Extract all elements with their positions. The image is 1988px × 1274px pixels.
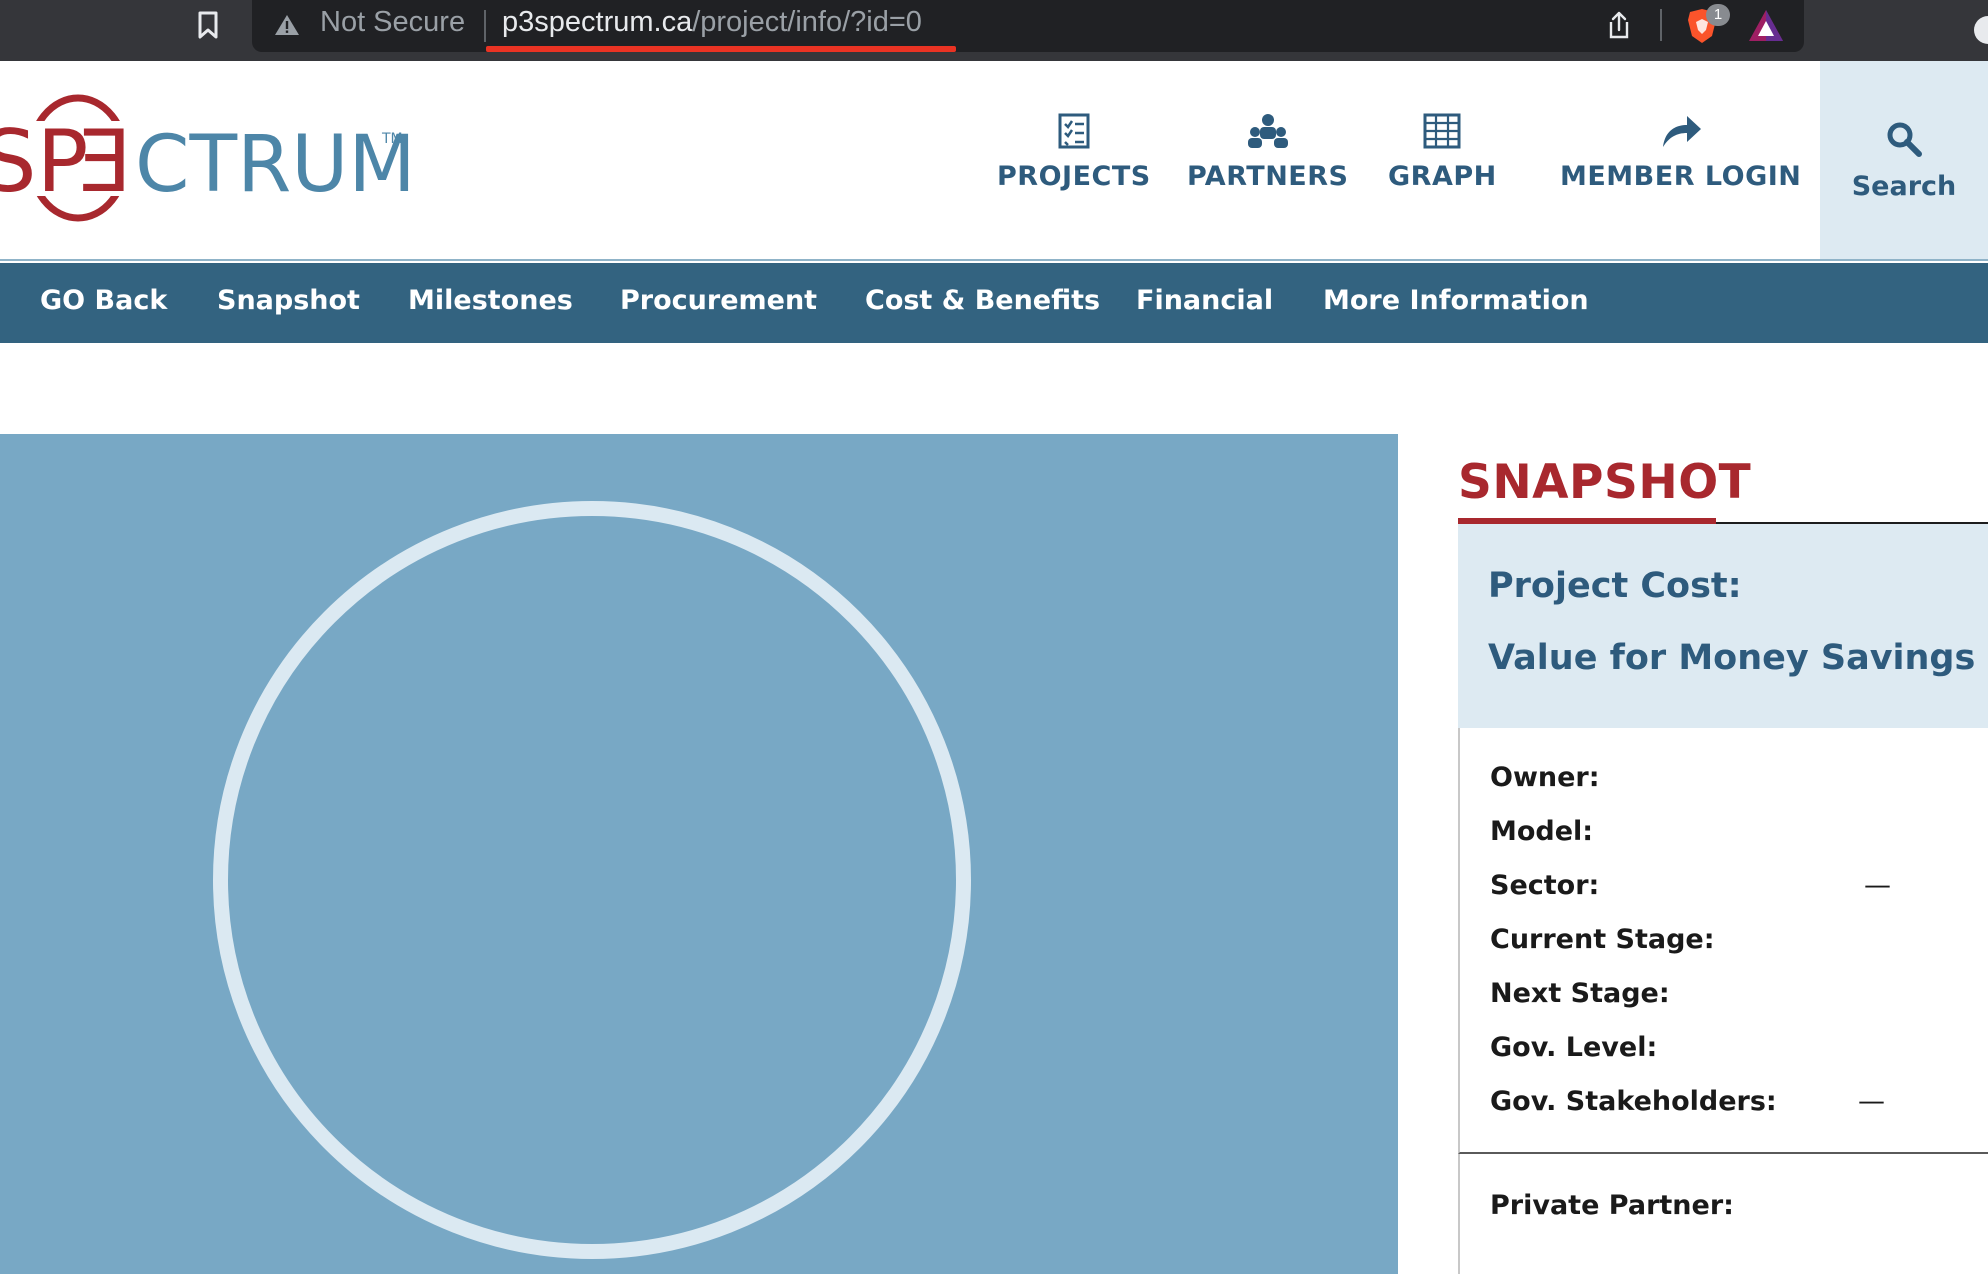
model-label: Model: [1490,816,1594,847]
url-path: /project/info/?id=0 [692,6,922,38]
sector-value: — [1864,870,1891,901]
people-icon [1246,109,1290,153]
current-stage-label: Current Stage: [1490,924,1715,955]
gov-stakeholders-label: Gov. Stakeholders: [1490,1086,1777,1117]
search-label: Search [1851,171,1957,202]
logo-mirrored-e: E [78,112,132,212]
sector-label: Sector: [1490,870,1600,901]
checklist-icon [1052,109,1096,153]
logo-text-e: E [78,112,132,212]
nav-member-login[interactable]: MEMBER LOGIN [1560,109,1801,192]
url-host: p3spectrum.ca [502,6,693,38]
subnav-cost-benefits[interactable]: Cost & Benefits [865,285,1100,316]
nav-member-login-label: MEMBER LOGIN [1560,161,1802,192]
browser-toolbar: Not Secure p3spectrum.ca/project/info/?i… [0,0,1988,61]
url-text[interactable]: p3spectrum.ca/project/info/?id=0 [502,6,922,39]
snapshot-title: SNAPSHOT [1458,455,1752,510]
project-cost-label: Project Cost: [1488,566,1742,606]
owner-label: Owner: [1490,762,1600,793]
share-arrow-icon [1659,109,1703,153]
search-icon [1884,119,1924,163]
private-partner-section: Private Partner: [1458,1154,1988,1274]
warning-icon[interactable] [274,13,300,41]
private-partner-label: Private Partner: [1490,1190,1734,1221]
address-bar[interactable]: Not Secure p3spectrum.ca/project/info/?i… [252,0,1804,52]
project-subnav: GO Back Snapshot Milestones Procurement … [0,263,1988,343]
logo-text-sp: SP [0,112,88,212]
logo-trademark: TM [381,131,403,147]
logo-text-ctrum: CTRUM [135,120,416,210]
nav-graph-label: GRAPH [1388,161,1497,192]
brave-rewards-icon[interactable] [1746,7,1786,45]
value-for-money-label: Value for Money Savings [1488,638,1976,678]
subnav-procurement[interactable]: Procurement [620,285,817,316]
share-icon[interactable] [1602,8,1636,42]
bookmark-icon[interactable] [193,10,223,40]
extension-icon[interactable] [1970,8,1988,52]
nav-graph[interactable]: GRAPH [1388,109,1497,192]
loading-circle [213,501,971,1259]
gov-stakeholders-value: — [1858,1086,1885,1117]
search-button[interactable]: Search [1820,61,1988,259]
project-details: Owner: Model: Sector: — Current Stage: N… [1458,728,1988,1154]
toolbar-separator [1660,9,1662,41]
next-stage-label: Next Stage: [1490,978,1670,1009]
cost-summary-box: Project Cost: Value for Money Savings [1458,524,1988,728]
subnav-more-information[interactable]: More Information [1323,285,1589,316]
project-image-placeholder [0,434,1398,1274]
subnav-snapshot[interactable]: Snapshot [217,285,360,316]
gov-level-label: Gov. Level: [1490,1032,1658,1063]
nav-projects[interactable]: PROJECTS [997,109,1151,192]
address-separator [484,10,486,42]
shield-count-badge: 1 [1706,4,1730,26]
subnav-go-back[interactable]: GO Back [40,285,167,316]
nav-partners-label: PARTNERS [1187,161,1349,192]
grid-icon [1420,109,1464,153]
subnav-financial[interactable]: Financial [1136,285,1273,316]
nav-partners[interactable]: PARTNERS [1187,109,1348,192]
site-header: SP E CTRUM TM PROJECTS PARTNERS GRAPH ME… [0,61,1988,261]
spectrum-logo[interactable]: SP E CTRUM TM [0,91,420,226]
url-highlight [486,46,956,52]
security-label[interactable]: Not Secure [320,6,465,39]
subnav-milestones[interactable]: Milestones [408,285,573,316]
nav-projects-label: PROJECTS [997,161,1151,192]
